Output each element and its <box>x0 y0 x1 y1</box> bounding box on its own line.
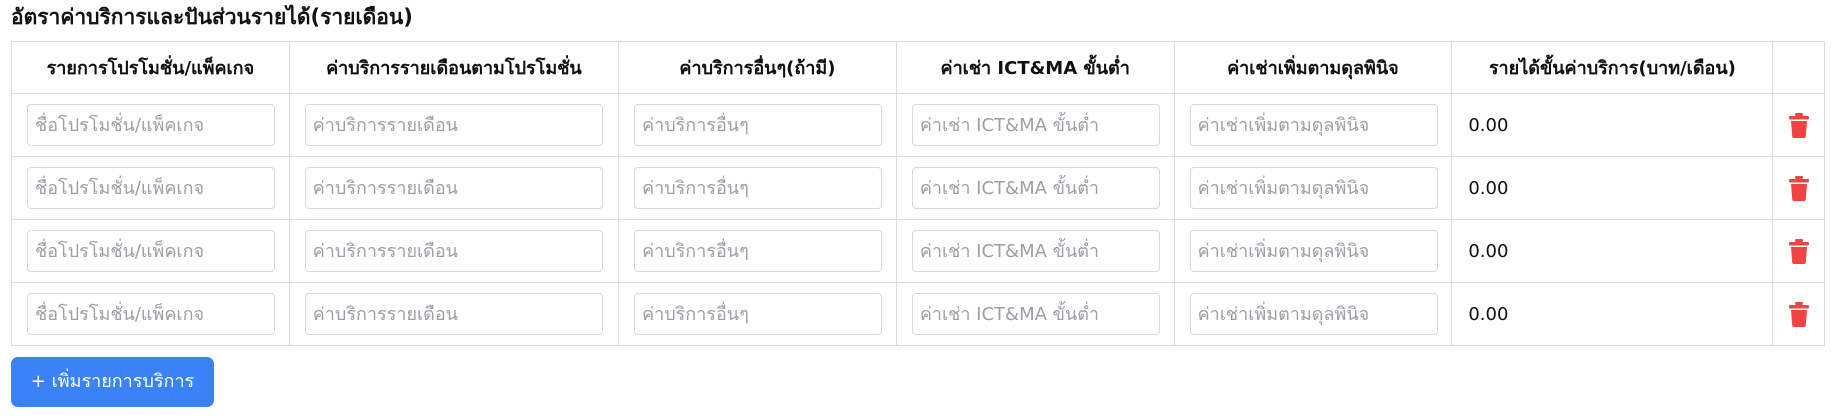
min-revenue-value: 0.00 <box>1451 156 1774 220</box>
add-service-button[interactable]: + เพิ่มรายการบริการ <box>11 357 214 407</box>
table-row: 0.00 <box>11 93 1825 157</box>
monthly-fee-input[interactable] <box>304 104 603 146</box>
promotion-name-input[interactable] <box>27 104 275 146</box>
other-fee-input[interactable] <box>634 104 883 146</box>
header-actions <box>1772 41 1825 94</box>
table-header-row: รายการโปรโมชั่น/แพ็คเกจ ค่าบริการรายเดือ… <box>11 41 1825 94</box>
table-row: 0.00 <box>11 282 1825 346</box>
trash-icon[interactable] <box>1786 237 1812 265</box>
section-title: อัตราค่าบริการและปันส่วนรายได้(รายเดือน) <box>11 5 413 29</box>
trash-icon[interactable] <box>1786 174 1812 202</box>
promotion-name-input[interactable] <box>27 230 275 272</box>
service-rates-page: อัตราค่าบริการและปันส่วนรายได้(รายเดือน)… <box>0 0 1836 416</box>
ict-ma-min-rent-input[interactable] <box>911 230 1160 272</box>
extra-rent-input[interactable] <box>1189 104 1438 146</box>
min-revenue-value: 0.00 <box>1451 93 1774 157</box>
min-revenue-value: 0.00 <box>1451 219 1774 283</box>
monthly-fee-input[interactable] <box>304 167 603 209</box>
header-extra-rent: ค่าเช่าเพิ่มตามดุลพินิจ <box>1173 41 1453 94</box>
ict-ma-min-rent-input[interactable] <box>911 293 1160 335</box>
trash-icon[interactable] <box>1786 300 1812 328</box>
header-monthly-fee: ค่าบริการรายเดือนตามโปรโมชั่น <box>288 41 620 94</box>
header-promotion: รายการโปรโมชั่น/แพ็คเกจ <box>11 41 290 94</box>
header-min-revenue: รายได้ขั้นค่าบริการ(บาท/เดือน) <box>1451 41 1774 94</box>
ict-ma-min-rent-input[interactable] <box>911 167 1160 209</box>
ict-ma-min-rent-input[interactable] <box>911 104 1160 146</box>
header-other-fee: ค่าบริการอื่นๆ(ถ้ามี) <box>618 41 897 94</box>
promotion-name-input[interactable] <box>27 293 275 335</box>
extra-rent-input[interactable] <box>1189 167 1438 209</box>
min-revenue-value: 0.00 <box>1451 282 1774 346</box>
table-row: 0.00 <box>11 156 1825 220</box>
other-fee-input[interactable] <box>634 230 883 272</box>
table-row: 0.00 <box>11 219 1825 283</box>
extra-rent-input[interactable] <box>1189 293 1438 335</box>
trash-icon[interactable] <box>1786 111 1812 139</box>
monthly-fee-input[interactable] <box>304 293 603 335</box>
service-rates-table: รายการโปรโมชั่น/แพ็คเกจ ค่าบริการรายเดือ… <box>11 41 1825 346</box>
monthly-fee-input[interactable] <box>304 230 603 272</box>
other-fee-input[interactable] <box>634 167 883 209</box>
header-ict-ma-min-rent: ค่าเช่า ICT&MA ขั้นต่ำ <box>895 41 1175 94</box>
other-fee-input[interactable] <box>634 293 883 335</box>
extra-rent-input[interactable] <box>1189 230 1438 272</box>
promotion-name-input[interactable] <box>27 167 275 209</box>
